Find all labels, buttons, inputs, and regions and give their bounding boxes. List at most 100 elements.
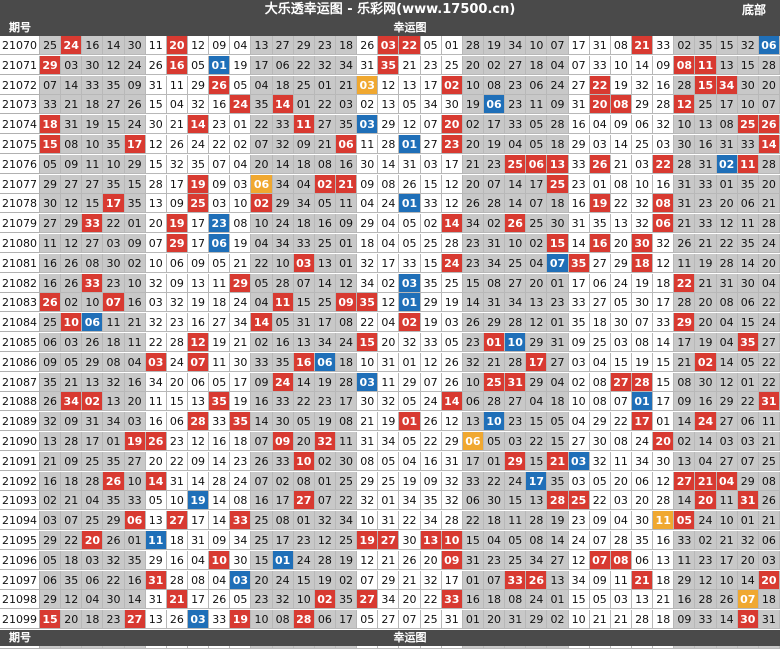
number-cell: 28 bbox=[674, 293, 696, 313]
number-cell: 04 bbox=[716, 333, 738, 352]
drawn-number-cell: 32 bbox=[314, 432, 336, 451]
drawn-number-cell: 23 bbox=[441, 135, 463, 154]
number-cell: 05 bbox=[589, 590, 611, 610]
drawn-number-cell: 03 bbox=[378, 36, 400, 55]
drawn-number-cell: 34 bbox=[61, 392, 83, 412]
number-cell: 02 bbox=[336, 570, 358, 590]
drawn-number-cell: 19 bbox=[166, 214, 188, 234]
number-cell: 11 bbox=[82, 154, 104, 174]
number-cell: 31 bbox=[188, 531, 210, 550]
number-cell: 21 bbox=[61, 372, 83, 392]
number-cell: 22 bbox=[314, 95, 336, 115]
number-cell: 28 bbox=[674, 154, 696, 174]
number-cell: 02 bbox=[357, 95, 379, 115]
number-cell: 28 bbox=[314, 550, 336, 570]
drawn-number-cell: 12 bbox=[188, 333, 210, 352]
number-cell: 17 bbox=[336, 610, 358, 630]
number-cell: 07 bbox=[484, 570, 506, 590]
number-cell: 27 bbox=[103, 95, 125, 115]
number-cell: 06 bbox=[589, 273, 611, 293]
number-cell: 12 bbox=[336, 273, 358, 293]
number-cell: 13 bbox=[82, 372, 104, 392]
number-cell: 29 bbox=[420, 293, 442, 313]
number-cell: 03 bbox=[145, 293, 167, 313]
number-cell: 17 bbox=[568, 273, 590, 293]
number-cell: 34 bbox=[462, 214, 484, 234]
drawn-number-cell: 03 bbox=[357, 372, 379, 392]
number-cell: 17 bbox=[441, 154, 463, 174]
number-cell: 01 bbox=[547, 590, 569, 610]
number-cell: 24 bbox=[610, 273, 632, 293]
number-cell: 14 bbox=[272, 154, 294, 174]
number-cell: 01 bbox=[462, 570, 484, 590]
number-cell: 18 bbox=[230, 432, 252, 451]
number-cell: 22 bbox=[399, 511, 421, 531]
number-cell: 27 bbox=[505, 55, 527, 75]
number-cell: 06 bbox=[462, 491, 484, 511]
drawn-number-cell: 01 bbox=[399, 194, 421, 214]
number-cell: 31 bbox=[484, 234, 506, 253]
number-cell: 29 bbox=[82, 352, 104, 372]
number-cell: 01 bbox=[124, 531, 146, 550]
number-cell: 21 bbox=[695, 234, 717, 253]
number-cell: 08 bbox=[632, 333, 654, 352]
period-number: 21075 bbox=[0, 135, 40, 154]
drawn-number-cell: 01 bbox=[484, 333, 506, 352]
drawn-number-cell: 26 bbox=[526, 570, 548, 590]
number-cell: 01 bbox=[737, 372, 759, 392]
number-cell: 07 bbox=[526, 194, 548, 214]
number-cell: 04 bbox=[124, 352, 146, 372]
number-cell: 34 bbox=[336, 511, 358, 531]
number-cell: 32 bbox=[632, 75, 654, 95]
number-cell: 31 bbox=[484, 293, 506, 313]
drawn-number-cell: 25 bbox=[484, 372, 506, 392]
number-cell: 15 bbox=[716, 36, 738, 55]
number-cell: 21 bbox=[758, 194, 780, 214]
number-cell: 02 bbox=[272, 471, 294, 491]
number-cell: 27 bbox=[568, 432, 590, 451]
number-cell: 27 bbox=[716, 451, 738, 471]
number-cell: 28 bbox=[547, 115, 569, 135]
number-cell: 05 bbox=[547, 412, 569, 432]
number-cell: 01 bbox=[314, 75, 336, 95]
number-cell: 24 bbox=[272, 214, 294, 234]
drawn-number-cell: 31 bbox=[145, 570, 167, 590]
number-cell: 27 bbox=[568, 75, 590, 95]
number-cell: 27 bbox=[547, 550, 569, 570]
number-cell: 22 bbox=[209, 135, 231, 154]
drawn-number-cell: 10 bbox=[441, 531, 463, 550]
number-cell: 34 bbox=[230, 531, 252, 550]
number-cell: 14 bbox=[695, 432, 717, 451]
period-number: 21087 bbox=[0, 372, 40, 392]
number-cell: 27 bbox=[314, 115, 336, 135]
number-cell: 08 bbox=[758, 471, 780, 491]
number-cell: 19 bbox=[632, 273, 654, 293]
number-cell: 29 bbox=[272, 194, 294, 214]
number-cell: 31 bbox=[357, 432, 379, 451]
number-cell: 30 bbox=[336, 451, 358, 471]
number-cell: 33 bbox=[462, 471, 484, 491]
drawn-number-cell: 23 bbox=[209, 214, 231, 234]
number-cell: 05 bbox=[399, 95, 421, 115]
number-cell: 23 bbox=[251, 590, 273, 610]
number-cell: 28 bbox=[441, 511, 463, 531]
number-cell: 04 bbox=[589, 352, 611, 372]
number-cell: 24 bbox=[293, 550, 315, 570]
table-row: 21074 18 31 19 15 24 30 21 14 23 01 22 33 11 27 35 03 29 1… bbox=[0, 115, 780, 135]
number-cell: 34 bbox=[230, 313, 252, 333]
number-cell: 15 bbox=[420, 253, 442, 273]
number-cell: 15 bbox=[462, 273, 484, 293]
number-cell: 28 bbox=[484, 194, 506, 214]
number-cell: 30 bbox=[737, 273, 759, 293]
drawn-number-cell: 28 bbox=[547, 491, 569, 511]
number-cell: 06 bbox=[272, 55, 294, 75]
number-cell: 18 bbox=[526, 55, 548, 75]
number-cell: 26 bbox=[61, 273, 83, 293]
number-cell: 19 bbox=[209, 333, 231, 352]
bottom-link[interactable]: 底部 bbox=[742, 0, 766, 20]
number-cell: 16 bbox=[653, 75, 675, 95]
number-cell: 30 bbox=[103, 253, 125, 273]
number-cell: 27 bbox=[82, 234, 104, 253]
drawn-number-cell: 26 bbox=[505, 214, 527, 234]
number-cell: 14 bbox=[653, 333, 675, 352]
